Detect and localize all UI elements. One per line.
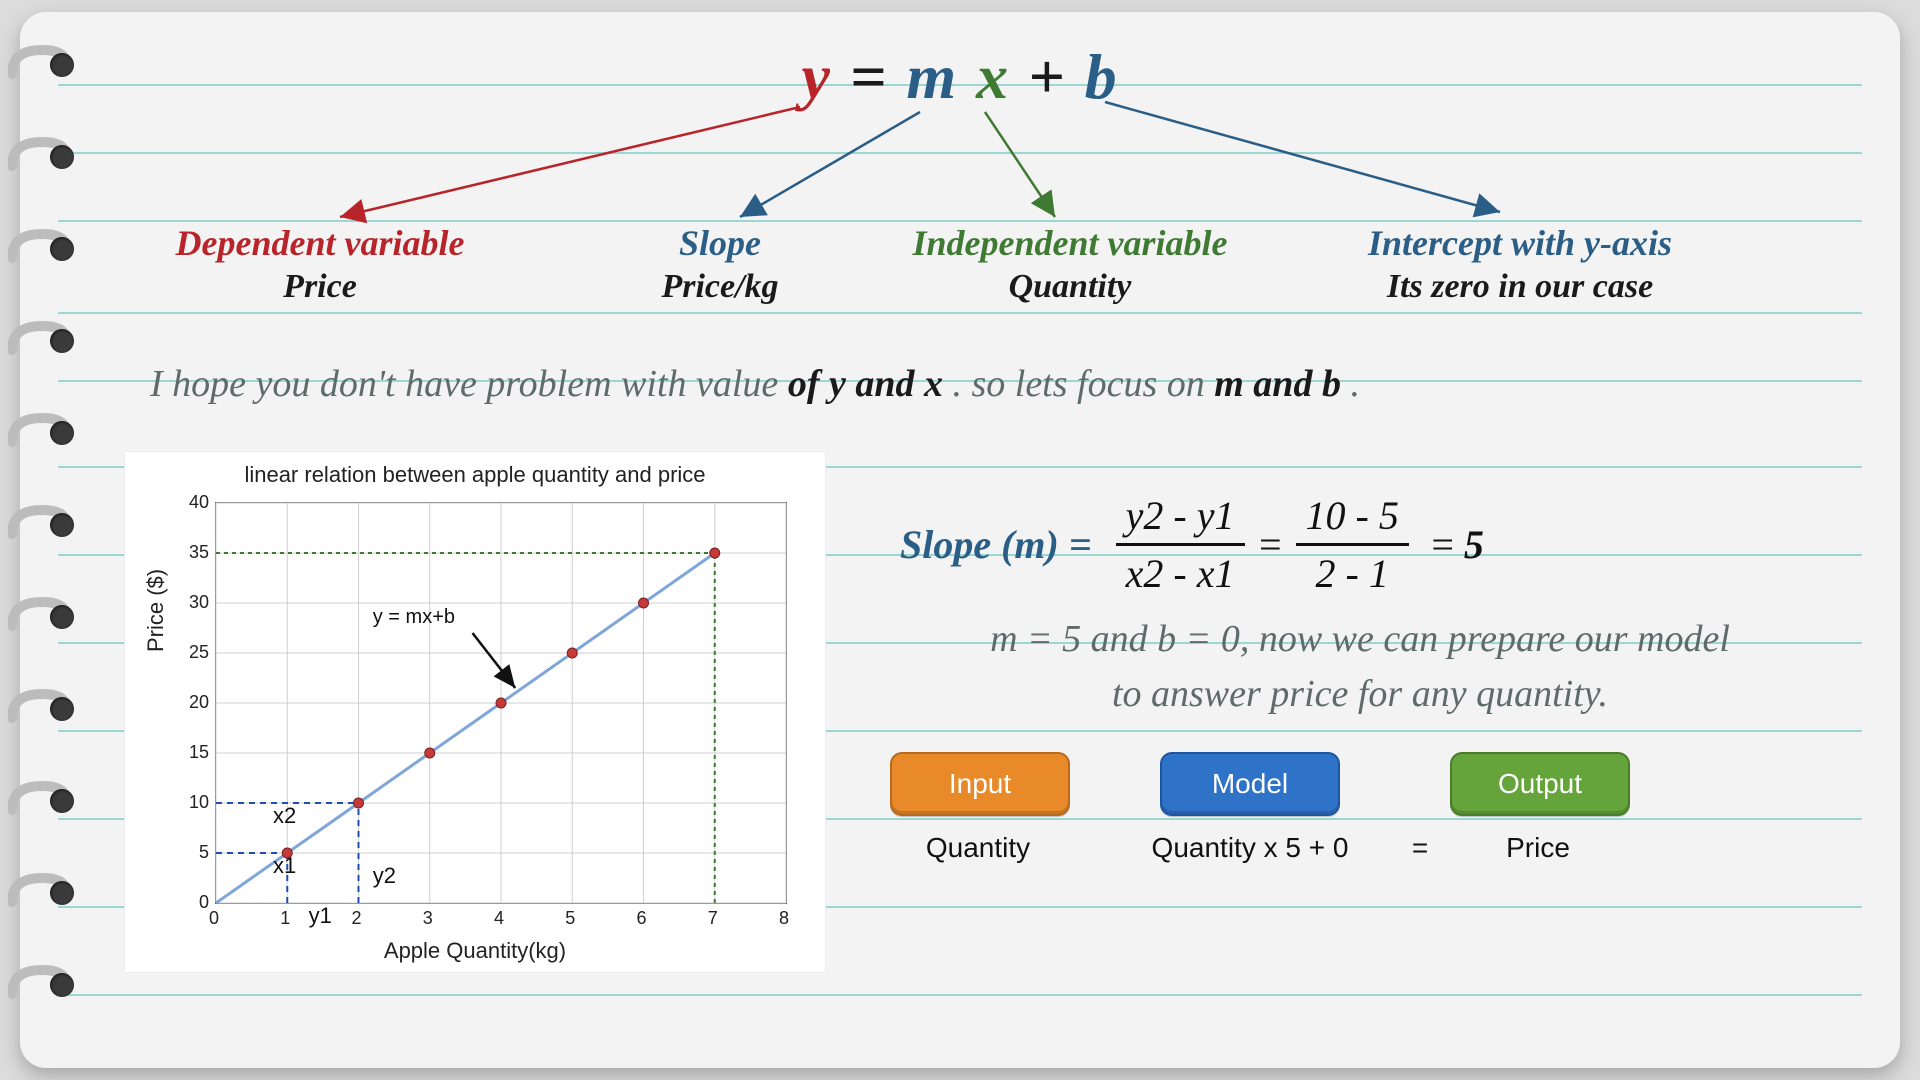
label-title: Independent variable bbox=[870, 222, 1270, 264]
ring-icon bbox=[8, 778, 88, 822]
svg-text:x2: x2 bbox=[273, 803, 296, 828]
ring-icon bbox=[8, 962, 88, 1006]
pill-input-sub: Quantity bbox=[890, 832, 1066, 864]
note-line-1: I hope you don't have problem with value… bbox=[150, 362, 1360, 406]
fraction-num: 10 - 5 bbox=[1296, 492, 1409, 546]
rule-line bbox=[58, 994, 1862, 996]
equals-sign: = bbox=[1429, 521, 1456, 568]
label-dependent: Dependent variable Price bbox=[130, 222, 510, 306]
eq-b: b bbox=[1085, 41, 1119, 112]
ring-icon bbox=[8, 594, 88, 638]
label-sub: Price bbox=[130, 268, 510, 306]
fraction-numeric: 10 - 5 2 - 1 bbox=[1296, 492, 1409, 597]
fraction-den: x2 - x1 bbox=[1116, 546, 1245, 597]
label-title: Intercept with y-axis bbox=[1300, 222, 1740, 264]
chart-title: linear relation between apple quantity a… bbox=[125, 462, 825, 488]
label-sub: Its zero in our case bbox=[1300, 268, 1740, 306]
note-line-2: m = 5 and b = 0, now we can prepare our … bbox=[860, 612, 1860, 722]
eq-m: m bbox=[906, 41, 958, 112]
label-sub: Price/kg bbox=[590, 268, 850, 306]
chart-svg: y = mx+bx1x2y1y2 bbox=[216, 503, 786, 903]
slope-formula: Slope (m) = y2 - y1 x2 - x1 = 10 - 5 2 -… bbox=[900, 492, 1484, 597]
spiral-binding bbox=[8, 42, 88, 1054]
fraction-den: 2 - 1 bbox=[1296, 546, 1409, 597]
chart-plot-area: y = mx+bx1x2y1y2 bbox=[215, 502, 787, 904]
label-title: Dependent variable bbox=[130, 222, 510, 264]
rule-line bbox=[58, 152, 1862, 154]
text: m = 5 and b = 0, now we can prepare our … bbox=[860, 612, 1860, 667]
fraction-symbolic: y2 - y1 x2 - x1 bbox=[1116, 492, 1245, 597]
svg-text:x1: x1 bbox=[273, 853, 296, 878]
ring-icon bbox=[8, 226, 88, 270]
svg-text:y = mx+b: y = mx+b bbox=[373, 606, 455, 628]
eq-y: y bbox=[801, 41, 831, 112]
ring-icon bbox=[8, 410, 88, 454]
text: . so lets focus on bbox=[952, 363, 1214, 405]
chart-xlabel: Apple Quantity(kg) bbox=[125, 938, 825, 964]
text-strong: m and b bbox=[1214, 363, 1341, 405]
pill-model-sub: Quantity x 5 + 0 bbox=[1120, 832, 1380, 864]
label-independent: Independent variable Quantity bbox=[870, 222, 1270, 306]
pill-label: Output bbox=[1498, 768, 1582, 799]
text: I hope you don't have problem with value bbox=[150, 363, 788, 405]
pill-label: Input bbox=[949, 768, 1011, 799]
slope-lhs: Slope (m) = bbox=[900, 521, 1092, 568]
ring-icon bbox=[8, 502, 88, 546]
chart-ylabel: Price ($) bbox=[143, 569, 169, 652]
fraction-num: y2 - y1 bbox=[1116, 492, 1245, 546]
slide: y = m x + b Dependent variable Price Slo… bbox=[20, 12, 1900, 1068]
eq-eq: = bbox=[850, 41, 906, 112]
pill-input: Input bbox=[890, 752, 1070, 816]
svg-text:y2: y2 bbox=[373, 863, 396, 888]
label-title: Slope bbox=[590, 222, 850, 264]
ring-icon bbox=[8, 870, 88, 914]
equals-sign: = bbox=[1257, 521, 1284, 568]
slope-result: 5 bbox=[1464, 521, 1484, 568]
ring-icon bbox=[8, 686, 88, 730]
text: to answer price for any quantity. bbox=[860, 667, 1860, 722]
text: . bbox=[1350, 363, 1360, 405]
label-sub: Quantity bbox=[870, 268, 1270, 306]
ring-icon bbox=[8, 318, 88, 362]
pill-label: Model bbox=[1212, 768, 1288, 799]
eq-x: x bbox=[976, 41, 1010, 112]
label-intercept: Intercept with y-axis Its zero in our ca… bbox=[1300, 222, 1740, 306]
eq-plus: + bbox=[1028, 41, 1084, 112]
svg-text:y1: y1 bbox=[309, 903, 332, 928]
pill-model: Model bbox=[1160, 752, 1340, 816]
ring-icon bbox=[8, 134, 88, 178]
pill-output: Output bbox=[1450, 752, 1630, 816]
text-strong: of y and x bbox=[788, 363, 943, 405]
pill-output-sub: Price bbox=[1450, 832, 1626, 864]
label-slope: Slope Price/kg bbox=[590, 222, 850, 306]
main-equation: y = m x + b bbox=[20, 40, 1900, 114]
chart: linear relation between apple quantity a… bbox=[125, 452, 825, 972]
equals-sign: = bbox=[1400, 832, 1440, 864]
rule-line bbox=[58, 312, 1862, 314]
